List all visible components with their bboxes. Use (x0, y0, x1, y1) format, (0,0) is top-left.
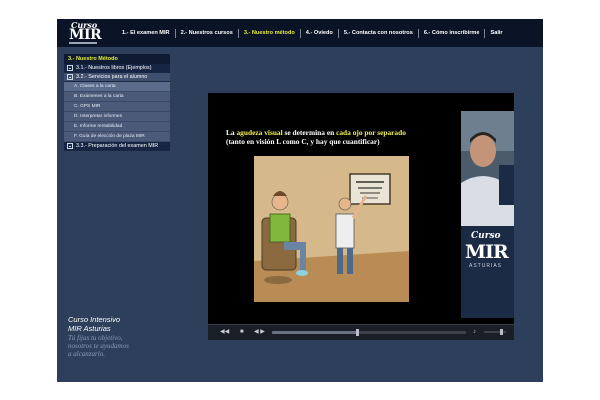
sidebar-item-label: 3.1.- Nuestros libros (Ejemplos) (76, 65, 152, 71)
sidebar-menu: 3.- Nuestro Método 3.1.- Nuestros libros… (64, 54, 170, 151)
inset-logo-mir: MIR (465, 241, 509, 263)
logo-mir-text: MIR (69, 27, 102, 43)
nav-contacta[interactable]: 5.- Contacta con nosotros (339, 30, 418, 36)
inset-logo-asturias: ASTURIAS (469, 263, 503, 269)
sidebar-subitem-guia[interactable]: F. Guía de elección de plaza MIR (64, 132, 170, 142)
sidebar-subitem-examenes[interactable]: B. Exámenes a la carta (64, 92, 170, 102)
brand-title: Curso Intensivo MIR Asturias (68, 315, 198, 333)
nav-nuestro-metodo[interactable]: 3.- Nuestro método (239, 30, 300, 36)
volume-slider[interactable] (484, 329, 506, 335)
volume-handle[interactable] (499, 329, 503, 335)
app-window: Curso MIR 1.- El examen MIR 2.- Nuestros… (57, 19, 543, 382)
sidebar-subitem-gps[interactable]: C. GPS MIR (64, 102, 170, 112)
player-controls: ◀◀ ■ ◀ ▶ ♪ (208, 324, 514, 340)
speaker-photo (461, 111, 514, 226)
speaker-inset: Curso MIR ASTURIAS (461, 111, 514, 318)
sidebar-item-libros[interactable]: 3.1.- Nuestros libros (Ejemplos) (64, 64, 170, 73)
sidebar-subitem-interpretar[interactable]: D. Interpretar informes (64, 112, 170, 122)
brand-line-2: MIR Asturias (68, 323, 111, 333)
main-nav: 1.- El examen MIR 2.- Nuestros cursos 3.… (117, 19, 508, 47)
video-player[interactable]: La agudeza visual se determina en cada o… (208, 93, 514, 340)
nav-salir[interactable]: Salir (485, 30, 507, 36)
slide-text-highlight-1: agudeza visual (236, 128, 283, 137)
nav-como-inscribirme[interactable]: 6.- Cómo inscribirme (419, 30, 485, 36)
inset-logo-curso: Curso (471, 231, 501, 241)
tagline-line-2: nosotros te ayudamos (68, 342, 129, 350)
top-navigation-bar: Curso MIR 1.- El examen MIR 2.- Nuestros… (57, 19, 543, 47)
sidebar-item-servicios[interactable]: 3.2.- Servicios para el alumno (64, 73, 170, 82)
eye-exam-illustration (254, 156, 409, 302)
seek-bar[interactable] (272, 329, 466, 336)
seek-handle[interactable] (356, 329, 360, 336)
slide-text-1: La (226, 128, 237, 137)
tagline-line-1: Tú fijas tu objetivo, (68, 334, 123, 342)
brand-tagline: Tú fijas tu objetivo, nosotros te ayudam… (68, 334, 198, 358)
slide-text-5: (tanto en visión L como C, y hay que cua… (226, 137, 380, 147)
stop-icon[interactable]: ■ (240, 329, 244, 335)
nav-el-examen-mir[interactable]: 1.- El examen MIR (117, 30, 175, 36)
video-frame: La agudeza visual se determina en cada o… (208, 111, 514, 318)
tagline-line-3: a alcanzarlo. (68, 350, 105, 358)
nav-nuestros-cursos[interactable]: 2.- Nuestros cursos (176, 30, 238, 36)
curso-mir-logo[interactable]: Curso MIR (67, 20, 105, 46)
seek-progress (272, 331, 358, 334)
rewind-icon[interactable]: ◀◀ (220, 329, 229, 335)
step-icon[interactable]: ◀ ▶ (254, 329, 265, 335)
volume-icon[interactable]: ♪ (473, 329, 476, 335)
sidebar-subitem-rentabilidad[interactable]: E. Informe rentabilidad (64, 122, 170, 132)
sidebar-item-preparacion[interactable]: 3.3.- Preparación del examen MIR (64, 142, 170, 151)
slide-text-3: se determina en (282, 128, 337, 137)
slide-text-highlight-2: cada ojo por separado (336, 128, 406, 137)
sidebar-title: 3.- Nuestro Método (64, 54, 170, 64)
sidebar-item-label: 3.2.- Servicios para el alumno (76, 74, 148, 80)
logo-underline (69, 42, 97, 44)
collapse-box-icon (67, 143, 73, 149)
collapse-box-icon (67, 74, 73, 80)
sidebar-subitem-clases[interactable]: A. Clases a la carta (64, 82, 170, 92)
collapse-box-icon (67, 65, 73, 71)
slide-caption: La agudeza visual se determina en cada o… (226, 128, 464, 146)
nav-oviedo[interactable]: 4.- Oviedo (301, 30, 338, 36)
brand-block: Curso Intensivo MIR Asturias Tú fijas tu… (68, 315, 198, 358)
sidebar-item-label: 3.3.- Preparación del examen MIR (76, 143, 159, 149)
